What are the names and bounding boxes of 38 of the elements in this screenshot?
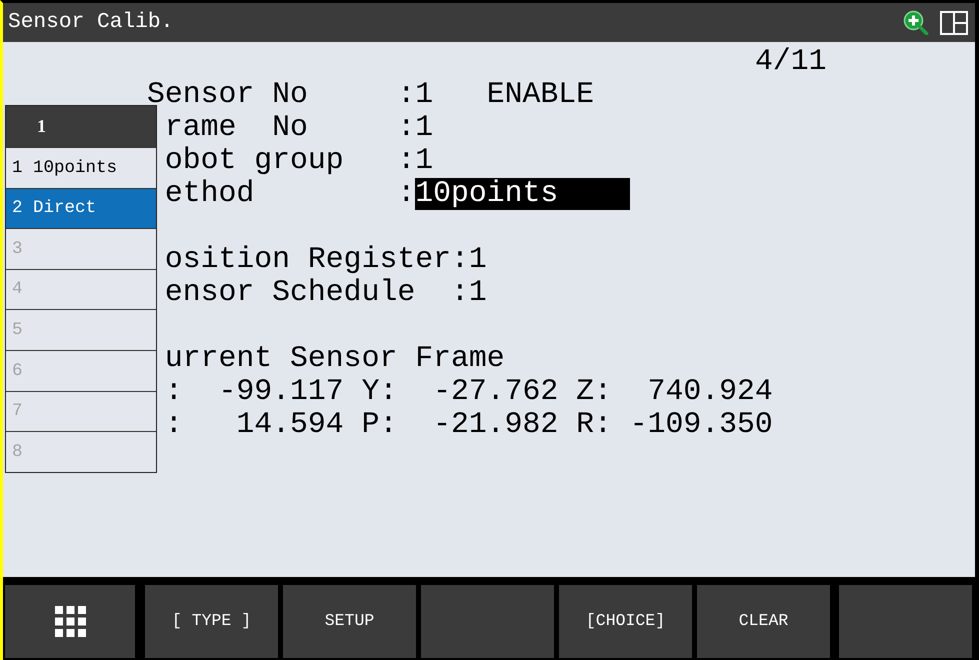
field-value: :1 bbox=[397, 146, 434, 176]
menu-item[interactable]: 2 Direct bbox=[6, 188, 156, 228]
axis-label: : bbox=[164, 376, 183, 406]
field-value: :1 bbox=[397, 112, 434, 142]
field-label: osition Register bbox=[164, 244, 451, 274]
status-text: ENABLE bbox=[486, 80, 594, 110]
axis-value: -27.762 bbox=[433, 376, 558, 406]
zoom-in-icon[interactable] bbox=[903, 10, 929, 35]
axis-label: P: bbox=[362, 410, 398, 440]
axis-value: 14.594 bbox=[236, 410, 344, 440]
field-label: rame No bbox=[164, 112, 308, 142]
window-layout-icon[interactable] bbox=[940, 10, 968, 34]
function-key[interactable]: CLEAR bbox=[697, 585, 830, 658]
section-title: urrent Sensor Frame bbox=[164, 344, 505, 374]
field-value: :1 bbox=[450, 278, 487, 308]
axis-value: -109.350 bbox=[630, 410, 773, 440]
field-label: ensor Schedule bbox=[164, 278, 416, 308]
axis-value: -21.982 bbox=[433, 410, 558, 440]
screen-title: Sensor Calib. bbox=[8, 10, 174, 34]
axis-label: : bbox=[164, 410, 183, 440]
function-key[interactable]: [CHOICE] bbox=[559, 585, 692, 658]
axis-label: Y: bbox=[362, 376, 398, 406]
field-value: :1 bbox=[450, 244, 487, 274]
axis-value: 740.924 bbox=[648, 376, 773, 406]
axis-value: -99.117 bbox=[218, 376, 344, 406]
field-value: :1 bbox=[397, 80, 434, 110]
function-key[interactable]: [ TYPE ] bbox=[145, 585, 278, 658]
method-value-field[interactable]: 10points bbox=[415, 178, 630, 210]
separator-text: : bbox=[397, 178, 416, 208]
axis-label: Z: bbox=[576, 376, 612, 406]
field-label: ethod bbox=[164, 178, 254, 208]
menu-title: 1 bbox=[6, 106, 156, 147]
menu-button[interactable] bbox=[5, 585, 135, 658]
grid-icon bbox=[54, 606, 86, 637]
page-indicator: 4/11 bbox=[754, 46, 826, 76]
axis-label: R: bbox=[576, 410, 612, 440]
field-label: obot group bbox=[164, 146, 344, 176]
function-key[interactable]: SETUP bbox=[283, 585, 416, 658]
